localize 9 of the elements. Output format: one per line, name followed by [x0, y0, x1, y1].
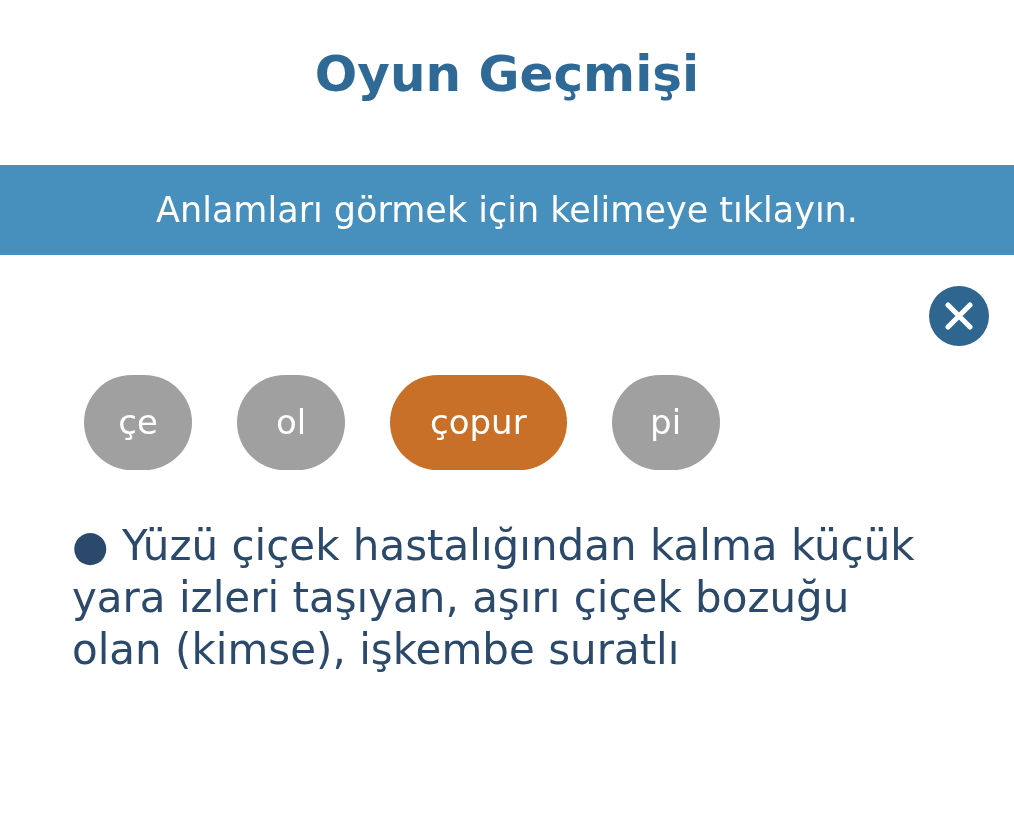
word-chip[interactable]: çopur [390, 375, 567, 470]
word-chip[interactable]: çe [84, 375, 192, 470]
close-icon [945, 302, 973, 330]
page-title: Oyun Geçmişi [314, 44, 700, 105]
close-button[interactable] [929, 286, 989, 346]
word-chip[interactable]: ol [237, 375, 345, 470]
instruction-text: Anlamları görmek için kelimeye tıklayın. [156, 188, 858, 232]
word-chip[interactable]: pi [611, 375, 720, 470]
definition-text: ● Yüzü çiçek hastalığından kalma küçük yara izleri taşıyan, aşırı çiçek bozuğu olan (kimse), işkembe suratlı [72, 520, 916, 676]
